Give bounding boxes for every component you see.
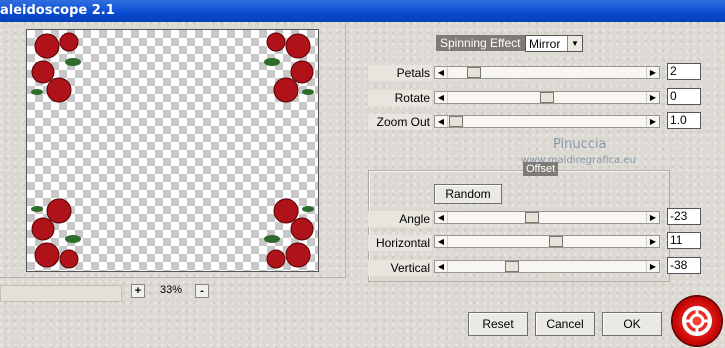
arrow-right-icon[interactable]: ▶ <box>646 92 659 103</box>
angle-slider-thumb[interactable] <box>525 212 540 223</box>
arrow-left-icon[interactable]: ◀ <box>435 67 448 78</box>
horizontal-label: Horizontal <box>368 235 432 251</box>
rotate-label: Rotate <box>368 90 432 106</box>
horizontal-input[interactable]: 11 <box>667 232 701 249</box>
rotate-slider[interactable]: ◀ ▶ <box>434 91 660 104</box>
spinning-mode-select[interactable]: Mirror ▼ <box>525 35 583 52</box>
arrow-left-icon[interactable]: ◀ <box>435 212 448 223</box>
arrow-left-icon[interactable]: ◀ <box>435 236 448 247</box>
zoom-in-button[interactable]: + <box>131 284 145 298</box>
zoom-out-button[interactable]: - <box>195 284 209 298</box>
cancel-button[interactable]: Cancel <box>535 312 595 336</box>
rotate-slider-thumb[interactable] <box>540 92 554 103</box>
spinning-mode-value: Mirror <box>529 37 561 51</box>
vertical-input[interactable]: -38 <box>667 257 701 274</box>
random-button[interactable]: Random <box>434 184 502 204</box>
angle-slider[interactable]: ◀ ▶ <box>434 211 660 224</box>
horizontal-slider[interactable]: ◀ ▶ <box>434 235 660 248</box>
watermark-name: Pinuccia <box>553 137 607 152</box>
reset-button[interactable]: Reset <box>468 312 528 336</box>
chevron-down-icon: ▼ <box>567 36 582 51</box>
petals-input[interactable]: 2 <box>667 63 701 80</box>
horizontal-slider-thumb[interactable] <box>549 236 564 247</box>
rose-cluster-bottom-right <box>254 195 316 269</box>
preview-canvas <box>26 29 319 272</box>
zoom-out-input[interactable]: 1.0 <box>667 112 701 129</box>
petals-slider-thumb[interactable] <box>467 67 482 78</box>
title-bar: aleidoscope 2.1 <box>0 0 725 22</box>
arrow-right-icon[interactable]: ▶ <box>646 67 659 78</box>
rose-cluster-top-right <box>254 32 316 106</box>
petals-slider[interactable]: ◀ ▶ <box>434 66 660 79</box>
arrow-right-icon[interactable]: ▶ <box>646 261 659 272</box>
window-title: aleidoscope 2.1 <box>0 3 115 18</box>
vertical-label: Vertical <box>368 260 432 276</box>
arrow-left-icon[interactable]: ◀ <box>435 116 448 127</box>
arrow-right-icon[interactable]: ▶ <box>646 212 659 223</box>
arrow-left-icon[interactable]: ◀ <box>435 92 448 103</box>
spinning-effect-label: Spinning Effect <box>436 35 525 51</box>
petals-label: Petals <box>368 65 432 81</box>
help-button[interactable] <box>673 297 721 345</box>
rose-cluster-bottom-left <box>29 195 91 269</box>
zoom-out-slider[interactable]: ◀ ▶ <box>434 115 660 128</box>
rotate-input[interactable]: 0 <box>667 88 701 105</box>
rose-cluster-top-left <box>29 32 91 106</box>
plus-icon: + <box>134 285 142 297</box>
arrow-right-icon[interactable]: ▶ <box>646 116 659 127</box>
offset-label: Offset <box>523 162 559 176</box>
zoom-out-slider-thumb[interactable] <box>449 116 463 127</box>
vertical-slider[interactable]: ◀ ▶ <box>434 260 660 273</box>
vertical-slider-thumb[interactable] <box>505 261 520 272</box>
arrow-right-icon[interactable]: ▶ <box>646 236 659 247</box>
angle-label: Angle <box>368 211 432 227</box>
zoom-level: 33% <box>159 284 183 296</box>
lifebuoy-help-icon <box>682 306 712 336</box>
ok-button[interactable]: OK <box>602 312 662 336</box>
zoom-out-label: Zoom Out <box>368 114 432 130</box>
angle-input[interactable]: -23 <box>667 208 701 225</box>
minus-icon: - <box>200 285 204 297</box>
arrow-left-icon[interactable]: ◀ <box>435 261 448 272</box>
preview-scroll-area[interactable] <box>0 285 122 302</box>
